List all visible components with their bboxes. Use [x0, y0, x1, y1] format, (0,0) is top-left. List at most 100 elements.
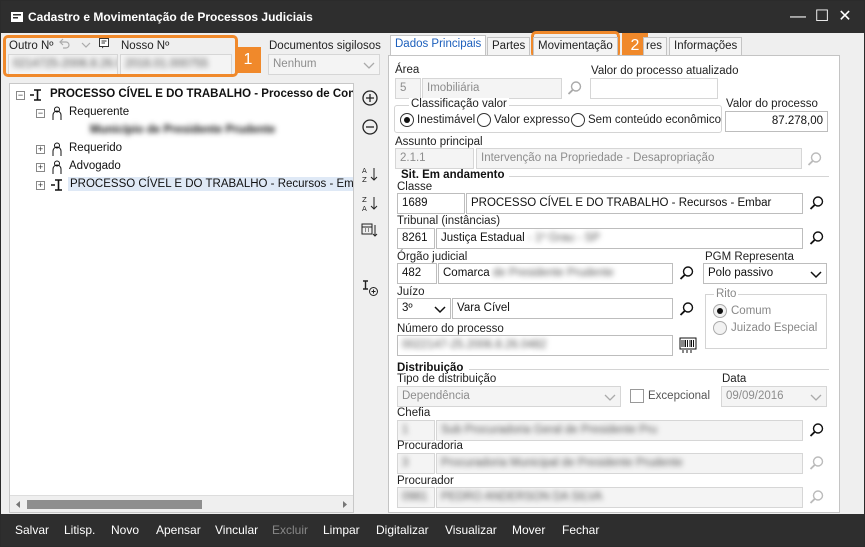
orgao-name-field[interactable]: Comarca de Presidente Prudente [438, 263, 673, 284]
procurador-label: Procurador [397, 475, 454, 487]
search-icon[interactable] [679, 301, 695, 317]
search-icon[interactable] [807, 151, 823, 167]
tab-pareceres[interactable]: res [643, 37, 667, 56]
valor-processo-field[interactable]: 87.278,00 [725, 111, 828, 132]
fechar-button[interactable]: Fechar [562, 523, 599, 537]
search-icon[interactable] [567, 80, 583, 96]
tipo-distribuicao-select[interactable]: Dependência [397, 386, 621, 407]
salvar-button[interactable]: Salvar [15, 523, 49, 537]
radio-sem-conteudo-label[interactable]: Sem conteúdo econômico [588, 114, 721, 126]
tree-toggle[interactable]: − [16, 91, 25, 100]
limpar-button[interactable]: Limpar [323, 523, 360, 537]
novo-button[interactable]: Novo [111, 523, 139, 537]
procurador-code-field[interactable]: 0981 [397, 487, 435, 508]
radio-inestimavel[interactable] [400, 113, 414, 127]
tree-node-requerido[interactable]: Requerido [69, 142, 122, 154]
search-icon[interactable] [809, 230, 825, 246]
collapse-all-icon[interactable] [361, 118, 379, 136]
radio-rito-comum[interactable] [713, 304, 727, 318]
classe-code-field[interactable]: 1689 [397, 193, 465, 214]
radio-rito-juizado[interactable] [713, 321, 727, 335]
search-icon[interactable] [809, 455, 825, 471]
area-name-field[interactable]: Imobiliária [422, 78, 562, 99]
search-icon[interactable] [679, 265, 695, 281]
tab-informacoes[interactable]: Informações [669, 37, 743, 56]
chefia-code-field[interactable]: 1 [397, 420, 435, 441]
litisp-button[interactable]: Litisp. [64, 523, 95, 537]
classificacao-label: Classificação valor [409, 98, 509, 110]
visualizar-button[interactable]: Visualizar [445, 523, 497, 537]
sort-descending-icon[interactable]: Z A [361, 194, 379, 212]
juizo-name-field[interactable]: Vara Cível [452, 298, 673, 319]
add-node-icon[interactable] [361, 279, 379, 297]
assunto-code-field[interactable]: 2.1.1 [395, 148, 474, 169]
juizo-num-select[interactable]: 3º [397, 298, 451, 319]
pgm-representa-select[interactable]: Polo passivo [703, 263, 827, 284]
scroll-right-icon[interactable] [340, 500, 349, 509]
tree-toggle[interactable]: − [36, 109, 45, 118]
tree-toggle[interactable]: + [36, 145, 45, 154]
tree-node-requerente[interactable]: Requerente [69, 106, 129, 118]
vincular-button[interactable]: Vincular [215, 523, 258, 537]
procurador-name-field[interactable]: PEDRO ANDERSON DA SILVA [436, 487, 803, 508]
sort-ascending-icon[interactable]: A Z [361, 165, 379, 183]
numero-processo-field[interactable]: 0022147-25.2006.8.26.0482 [397, 335, 673, 356]
scroll-left-icon[interactable] [14, 500, 23, 509]
juizo-num-value: 3º [402, 302, 413, 314]
tab-movimentacao[interactable]: Movimentação [533, 37, 618, 56]
area-label: Área [395, 64, 420, 76]
tribunal-code-field[interactable]: 8261 [397, 228, 435, 249]
chefia-name-field[interactable]: Sub Procuradoria Geral de Presidente Pru [436, 420, 803, 441]
excepcional-label[interactable]: Excepcional [648, 390, 710, 402]
scrollbar-thumb[interactable] [27, 500, 202, 509]
mover-button[interactable]: Mover [512, 523, 545, 537]
digitalizar-button[interactable]: Digitalizar [376, 523, 429, 537]
horizontal-scrollbar[interactable] [10, 495, 353, 512]
tree-node-root[interactable]: PROCESSO CÍVEL E DO TRABALHO - Processo … [50, 88, 353, 100]
data-value: 09/09/2016 [726, 390, 784, 402]
tree-node-advogado[interactable]: Advogado [69, 160, 121, 172]
close-button[interactable]: ✕ [835, 7, 855, 27]
valor-processo-label: Valor do processo [726, 98, 818, 110]
apensar-button[interactable]: Apensar [156, 523, 201, 537]
tab-partes[interactable]: Partes [487, 37, 531, 56]
process-tree[interactable]: − PROCESSO CÍVEL E DO TRABALHO - Process… [9, 83, 354, 513]
search-icon[interactable] [809, 195, 825, 211]
classe-name-field[interactable]: PROCESSO CÍVEL E DO TRABALHO - Recursos … [466, 193, 803, 214]
barcode-icon[interactable] [679, 336, 697, 354]
maximize-button[interactable]: ☐ [812, 7, 832, 27]
person-icon [52, 160, 62, 174]
tree-node-recursos[interactable]: PROCESSO CÍVEL E DO TRABALHO - Recursos … [68, 177, 353, 191]
radio-inestimavel-label[interactable]: Inestimável [417, 114, 475, 126]
tribunal-name-field[interactable]: Justiça Estadual - 1º Grau - SP [436, 228, 803, 249]
excluir-button[interactable]: Excluir [272, 523, 308, 537]
radio-rito-comum-label[interactable]: Comum [731, 305, 771, 317]
minimize-button[interactable]: — [788, 7, 808, 27]
assunto-name-field[interactable]: Intervenção na Propriedade - Desapropria… [476, 148, 802, 169]
documentos-sigilosos-select[interactable]: Nenhum [268, 54, 380, 75]
area-code-field[interactable]: 5 [395, 78, 421, 99]
chefia-label: Chefia [397, 407, 431, 419]
tree-toggle[interactable]: + [36, 163, 45, 172]
pgm-representa-value: Polo passivo [708, 267, 774, 279]
radio-valor-expresso-label[interactable]: Valor expresso [494, 114, 570, 126]
search-icon[interactable] [809, 489, 825, 505]
classe-label: Classe [397, 181, 433, 193]
tree-toggle[interactable]: + [36, 181, 45, 190]
calendar-sort-icon[interactable] [361, 221, 379, 239]
data-field[interactable]: 09/09/2016 [721, 386, 827, 407]
tab-dados-principais[interactable]: Dados Principais [390, 35, 487, 56]
excepcional-checkbox[interactable] [630, 389, 644, 403]
expand-all-icon[interactable] [361, 89, 379, 107]
procuradoria-code-field[interactable]: 3 [397, 453, 435, 474]
procuradoria-name-field[interactable]: Procuradoria Municipal de Presidente Pru… [436, 453, 803, 474]
search-icon[interactable] [809, 422, 825, 438]
orgao-code-field[interactable]: 482 [397, 263, 437, 284]
radio-rito-juizado-label[interactable]: Juizado Especial [731, 322, 817, 334]
bottom-toolbar: Salvar Litisp. Novo Apensar Vincular Exc… [1, 514, 864, 546]
radio-sem-conteudo[interactable] [571, 113, 585, 127]
tree-node-requerente-child[interactable]: Município de Presidente Prudente [90, 124, 275, 136]
valor-atualizado-field[interactable] [590, 78, 718, 99]
pgm-representa-label: PGM Representa [705, 251, 794, 263]
radio-valor-expresso[interactable] [477, 113, 491, 127]
